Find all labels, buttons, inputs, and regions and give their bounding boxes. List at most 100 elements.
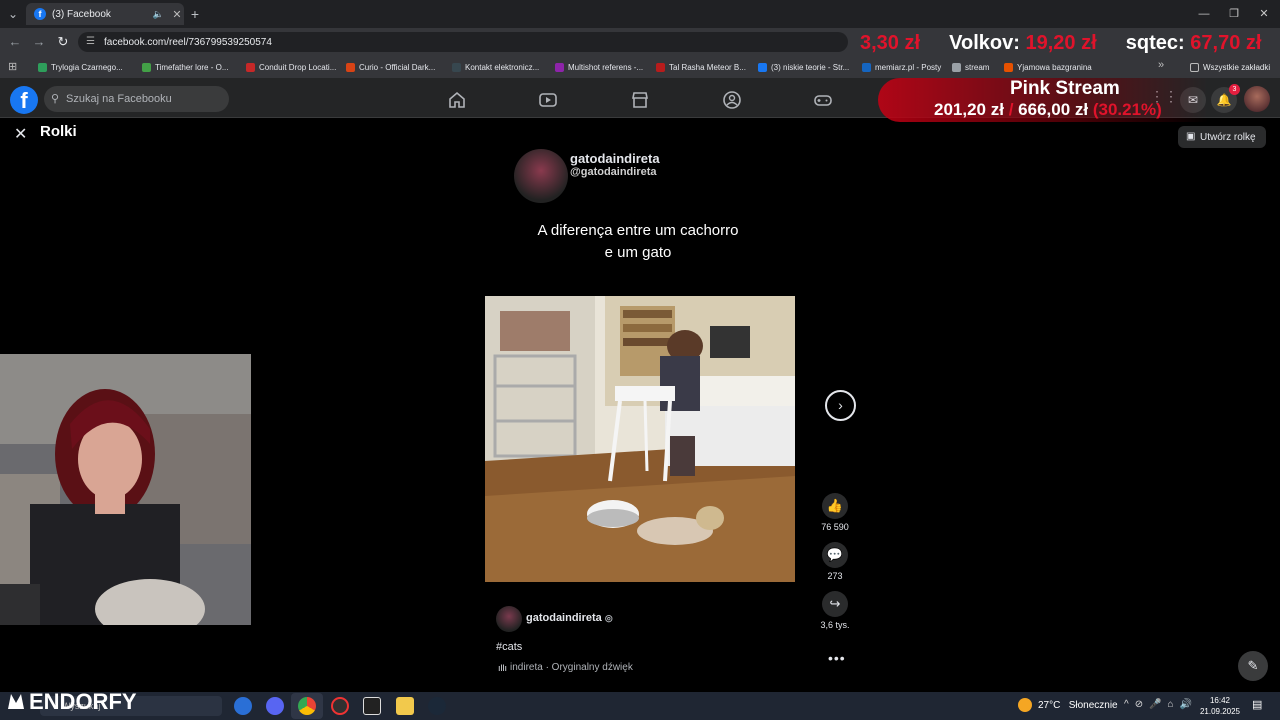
bookmark-favicon-icon [656,62,665,72]
home-icon[interactable] [447,90,467,110]
bookmark-item[interactable]: Kontakt elektronicz... [452,61,539,73]
tab-search-icon[interactable]: ⌄ [4,5,22,23]
reel-video[interactable] [485,296,795,582]
bookmark-label: (3) niskie teorie - Str... [771,62,850,72]
tab-close-icon[interactable]: ✕ [170,8,184,21]
apps-grid-icon[interactable]: ⊞ [8,60,17,73]
taskbar-discord-icon[interactable] [266,697,284,715]
url-field[interactable]: facebook.com/reel/736799539250574 [78,32,848,52]
tab-audio-icon[interactable]: 🔈 [153,9,164,20]
bookmark-favicon-icon [142,62,151,72]
window-close-icon[interactable]: ✕ [1252,5,1276,23]
gaming-icon[interactable] [813,90,833,110]
clock-time: 16:42 [1209,696,1231,705]
taskbar-app-icon-1[interactable] [234,697,252,715]
taskbar-clock[interactable]: 16:42 21.09.2025 [1198,695,1242,717]
more-options-icon[interactable]: ••• [828,650,846,666]
bookmark-item[interactable]: Curio - Official Dark... [346,61,435,73]
bookmark-item[interactable]: Timefather lore - O... [142,61,229,73]
author-name-link[interactable]: gatodaindireta ◎ [526,612,613,624]
bookmark-favicon-icon [952,62,961,72]
groups-icon[interactable] [722,90,742,110]
like-icon[interactable]: 👍 [822,493,848,519]
author-name: gatodaindireta [526,612,602,624]
facebook-logo-icon[interactable]: f [10,86,38,114]
forward-icon[interactable]: → [30,33,48,51]
restore-icon[interactable]: ❐ [1222,5,1246,23]
bookmark-item[interactable]: Yjamowa bazgranina [1004,61,1092,73]
video-channel-handle: @gatodaindireta [570,166,657,178]
tab-facebook[interactable]: f (3) Facebook 🔈 ✕ [26,3,184,25]
tab-title: (3) Facebook [52,8,111,20]
bookmark-label: Multishot referens -... [568,62,644,72]
globe-icon: ◎ [604,613,613,623]
goal-target: 666,00 zł [1018,100,1089,119]
page-title: Rolki [40,123,77,140]
notification-center-icon[interactable]: ▤ [1252,698,1262,711]
channel-avatar [514,149,568,203]
share-icon[interactable]: ↪ [822,591,848,617]
hashtag-link[interactable]: #cats [496,641,522,653]
bookmark-label: Trylogia Czarnego... [51,62,123,72]
bookmark-label: Timefather lore - O... [155,62,229,72]
taskbar-steam-icon[interactable] [428,697,446,715]
profile-avatar[interactable] [1244,86,1270,112]
bookmark-favicon-icon [1004,62,1013,72]
weather-widget[interactable]: 27°C Słonecznie [1038,700,1118,711]
bookmark-item[interactable]: (3) niskie teorie - Str... [758,61,849,73]
system-tray-icons[interactable]: ^⊘🎤⌂🔊 [1124,699,1198,710]
goal-separator: / [1008,100,1014,119]
marketplace-icon[interactable] [630,90,650,110]
bookmark-label: Kontakt elektronicz... [465,62,540,72]
minimize-icon[interactable]: — [1192,5,1216,23]
taskbar-app-icon-5[interactable] [363,697,381,715]
ticker-amount-3: 67,70 zł [1190,32,1262,54]
goal-title: Pink Stream [1010,78,1120,99]
weather-temperature: 27°C [1038,700,1061,711]
video-caption: A diferença entre um cachorro e um gato [500,220,776,264]
bookmark-label: Tal Rasha Meteor B... [669,62,746,72]
notifications-badge: 3 [1229,84,1240,95]
endorfy-brand: ENDORFY [29,689,137,714]
reload-icon[interactable]: ↻ [54,33,72,51]
bookmark-favicon-icon [452,62,461,72]
goal-progress: 201,20 zł / 666,00 zł (30.21%) [934,100,1162,120]
bookmark-item[interactable]: Trylogia Czarnego... [38,61,123,73]
next-reel-button[interactable]: › [825,390,856,421]
like-count: 76 590 [821,522,849,532]
bookmark-item[interactable]: stream [952,61,989,73]
comment-icon[interactable]: 💬 [822,542,848,568]
new-message-icon[interactable]: ✎ [1238,651,1268,681]
facebook-search-input[interactable]: Szukaj na Facebooku [44,86,229,112]
author-avatar[interactable] [496,606,522,632]
all-bookmarks-link[interactable]: Wszystkie zakładki [1190,61,1270,73]
bookmarks-overflow-icon[interactable]: » [1158,59,1164,71]
close-reels-icon[interactable]: ✕ [14,124,27,144]
bookmark-item[interactable]: memiarz.pl - Posty [862,61,941,73]
bookmark-label: Yjamowa bazgranina [1017,62,1092,72]
taskbar-obs-icon[interactable] [331,697,349,715]
audio-wave-icon: ıllı [498,663,507,673]
bookmark-label: Conduit Drop Locati... [259,62,337,72]
all-bookmarks-label: Wszystkie zakładki [1203,62,1271,72]
bookmark-item[interactable]: Tal Rasha Meteor B... [656,61,746,73]
bookmark-favicon-icon [862,62,871,72]
audio-track-link[interactable]: indireta · Oryginalny dźwięk [510,662,633,673]
video-icon[interactable] [538,90,558,110]
new-tab-button[interactable]: + [186,5,204,23]
streamer-webcam [0,354,251,625]
back-icon[interactable]: ← [6,33,24,51]
taskbar-explorer-icon[interactable] [396,697,414,715]
weather-sun-icon[interactable] [1018,698,1032,712]
bookmark-favicon-icon [246,62,255,72]
comment-count: 273 [827,571,843,581]
endorfy-watermark: ENDORFY [6,689,137,715]
weather-condition: Słonecznie [1068,700,1118,711]
taskbar-chrome-icon[interactable] [298,697,316,715]
site-info-icon[interactable]: ☰ [86,36,95,47]
bookmark-item[interactable]: Multishot referens -... [555,61,643,73]
bookmark-item[interactable]: Conduit Drop Locati... [246,61,336,73]
video-caption-line-2: e um gato [604,244,672,261]
ticker-amount-2: 19,20 zł [1025,32,1097,54]
bookmark-label: Curio - Official Dark... [359,62,436,72]
